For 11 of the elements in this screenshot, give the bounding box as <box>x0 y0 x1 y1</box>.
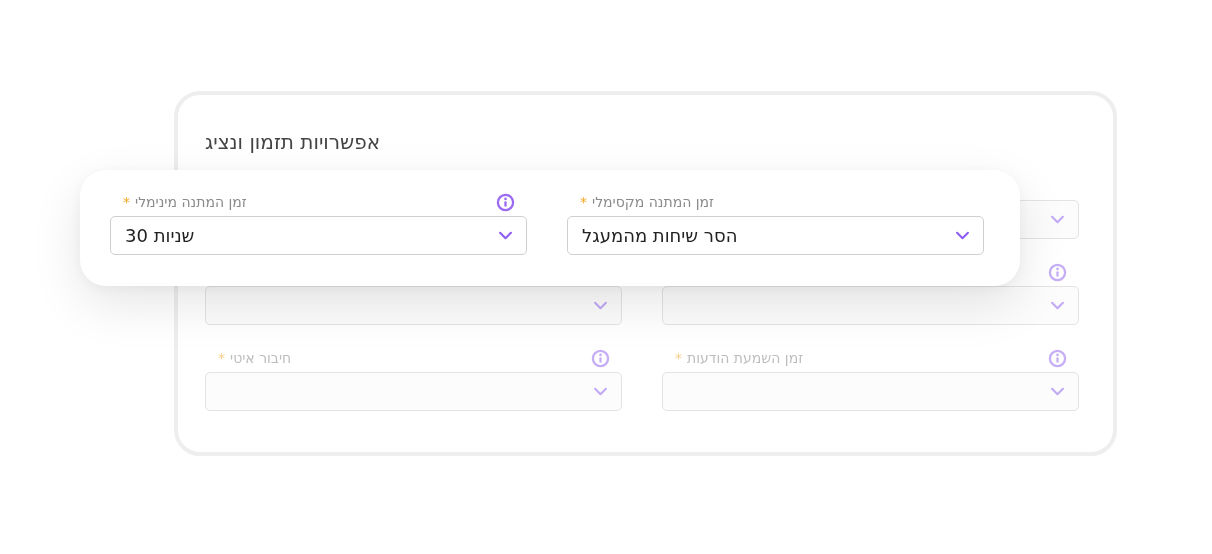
field-label: זמן המתנה מקסימלי <box>592 194 714 210</box>
required-mark: * <box>123 194 130 210</box>
dropdown-field[interactable]: 30 שניות <box>110 216 527 255</box>
required-mark: * <box>218 350 225 366</box>
required-mark: * <box>675 350 682 366</box>
field-label: זמן השמעת הודעות <box>687 350 803 366</box>
field-label: זמן המתנה מינימלי <box>135 194 247 210</box>
dropdown-field[interactable]: הסר שיחות מהמעגל <box>567 216 984 255</box>
section-title: אפשרויות תזמון ונציג <box>205 129 381 155</box>
field-label: חיבור איטי <box>230 350 292 366</box>
required-mark: * <box>580 194 587 210</box>
